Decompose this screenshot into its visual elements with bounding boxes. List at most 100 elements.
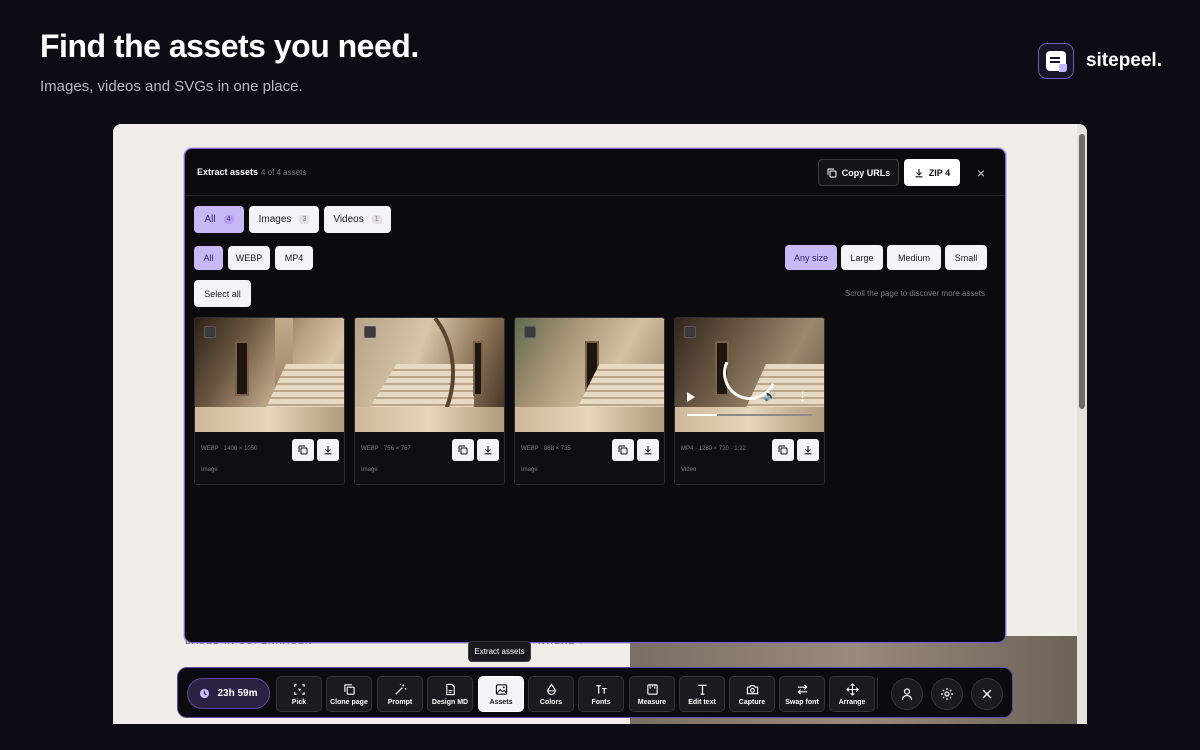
tool-label: Design MD — [431, 698, 469, 706]
volume-icon[interactable]: 🔊 — [764, 391, 776, 402]
more-options-icon[interactable]: ⋮ — [797, 390, 808, 403]
video-thumbnail[interactable]: 🔊 ⋮ — [675, 318, 824, 432]
asset-thumbnail — [355, 318, 504, 432]
ruler-icon — [646, 683, 658, 695]
user-icon — [901, 688, 913, 701]
filter-size-any[interactable]: Any size — [785, 245, 837, 270]
tool-swap-font[interactable]: Swap font — [779, 676, 825, 712]
tool-label: Capture — [738, 698, 766, 706]
brand-name: sitepeel. — [1085, 50, 1162, 71]
filter-size-large[interactable]: Large — [841, 245, 883, 270]
tool-label: Clone page — [330, 698, 368, 706]
asset-kind: Image — [361, 467, 378, 473]
copy-asset-button[interactable] — [772, 439, 794, 461]
filter-type-all[interactable]: All 4 — [194, 206, 244, 233]
filter-type-images[interactable]: Images 3 — [249, 206, 319, 233]
tool-fonts[interactable]: Fonts — [578, 676, 624, 712]
asset-checkbox[interactable] — [684, 326, 696, 338]
asset-meta: WEBP · 756 × 767 — [361, 446, 411, 452]
tool-capture[interactable]: Capture — [729, 676, 775, 712]
copy-icon — [298, 445, 308, 455]
close-icon[interactable]: × — [972, 159, 990, 186]
tool-arrange[interactable]: Arrange — [829, 676, 875, 712]
filter-count: 3 — [299, 215, 310, 224]
download-asset-button[interactable] — [317, 439, 339, 461]
image-icon — [495, 683, 507, 695]
asset-card[interactable]: WEBP · 756 × 767 Image — [354, 317, 505, 485]
asset-count: 4 of 4 assets — [261, 168, 307, 177]
extract-assets-modal: Extract assets 4 of 4 assets Copy URLs Z… — [184, 148, 1006, 643]
droplet-icon — [546, 682, 556, 695]
download-icon — [644, 446, 652, 455]
download-icon — [484, 446, 492, 455]
download-asset-button[interactable] — [477, 439, 499, 461]
brand: sitepeel. — [1037, 43, 1162, 79]
asset-card[interactable]: WEBP · 1400 × 1050 Image — [194, 317, 345, 485]
tool-pick[interactable]: Pick — [276, 676, 322, 712]
copy-asset-button[interactable] — [292, 439, 314, 461]
gear-icon — [941, 688, 953, 700]
modal-header: Extract assets 4 of 4 assets Copy URLs Z… — [185, 149, 1005, 196]
modal-title: Extract assets — [197, 167, 259, 177]
copy-icon — [778, 445, 788, 455]
asset-meta: WEBP · 868 × 735 — [521, 446, 571, 452]
asset-kind: Image — [521, 467, 538, 473]
asset-card[interactable]: 🔊 ⋮ MP4 · 1280 × 720 · 1:22 Video — [674, 317, 825, 485]
clock-icon — [200, 688, 210, 699]
filter-format-webp[interactable]: WEBP — [228, 246, 270, 270]
tool-label: Colors — [539, 698, 563, 706]
copy-asset-button[interactable] — [612, 439, 634, 461]
settings-button[interactable] — [931, 678, 963, 710]
assets-tooltip: Extract assets — [468, 641, 531, 662]
toolbar-divider — [877, 678, 878, 709]
tool-prompt[interactable]: Prompt — [377, 676, 423, 712]
tool-measure[interactable]: Measure — [629, 676, 675, 712]
tool-clone-page[interactable]: Clone page — [326, 676, 372, 712]
timer-badge[interactable]: 23h 59m — [187, 678, 270, 709]
asset-card[interactable]: WEBP · 868 × 735 Image — [514, 317, 665, 485]
tool-edit-text[interactable]: Edit text — [679, 676, 725, 712]
play-icon[interactable] — [687, 392, 695, 402]
asset-checkbox[interactable] — [524, 326, 536, 338]
filter-size-medium[interactable]: Medium — [887, 245, 941, 270]
download-asset-button[interactable] — [637, 439, 659, 461]
tool-colors[interactable]: Colors — [528, 676, 574, 712]
filter-format-mp4[interactable]: MP4 — [275, 246, 313, 270]
filter-format-all[interactable]: All — [194, 246, 223, 270]
tool-label: Swap font — [785, 698, 819, 706]
tool-label: Prompt — [387, 698, 413, 706]
copy-asset-button[interactable] — [452, 439, 474, 461]
zip-label: ZIP 4 — [928, 167, 951, 178]
select-all-button[interactable]: Select all — [194, 280, 251, 307]
pick-icon — [293, 683, 305, 695]
tool-design-md[interactable]: Design MD — [427, 676, 473, 712]
filter-label: Images — [258, 214, 292, 225]
asset-thumbnail — [195, 318, 344, 432]
filter-size-small[interactable]: Small — [945, 245, 987, 270]
video-progress-bar[interactable] — [687, 414, 812, 416]
download-asset-button[interactable] — [797, 439, 819, 461]
filter-type-videos[interactable]: Videos 1 — [324, 206, 391, 233]
asset-checkbox[interactable] — [364, 326, 376, 338]
camera-icon — [746, 684, 758, 694]
asset-meta: MP4 · 1280 × 720 · 1:22 — [681, 446, 746, 452]
account-button[interactable] — [891, 678, 923, 710]
timer-label: 23h 59m — [217, 688, 258, 699]
copy-urls-button[interactable]: Copy URLs — [818, 159, 899, 186]
asset-checkbox[interactable] — [204, 326, 216, 338]
hero-title: Find the assets you need. — [40, 28, 419, 64]
tool-label: Assets — [489, 698, 513, 706]
tool-assets[interactable]: Assets — [478, 676, 524, 712]
hero-subtitle: Images, videos and SVGs in one place. — [40, 78, 303, 95]
filter-count: 4 — [223, 215, 234, 224]
zip-download-button[interactable]: ZIP 4 — [904, 159, 960, 186]
text-icon — [697, 684, 707, 695]
asset-kind: Video — [681, 467, 697, 473]
copy-urls-label: Copy URLs — [841, 167, 891, 178]
download-icon — [915, 168, 923, 177]
typography-icon — [595, 684, 607, 694]
page-scrollbar-thumb[interactable] — [1079, 134, 1085, 409]
tool-label: Arrange — [838, 698, 866, 706]
swap-icon — [797, 683, 807, 695]
close-toolbar-button[interactable] — [971, 678, 1003, 710]
